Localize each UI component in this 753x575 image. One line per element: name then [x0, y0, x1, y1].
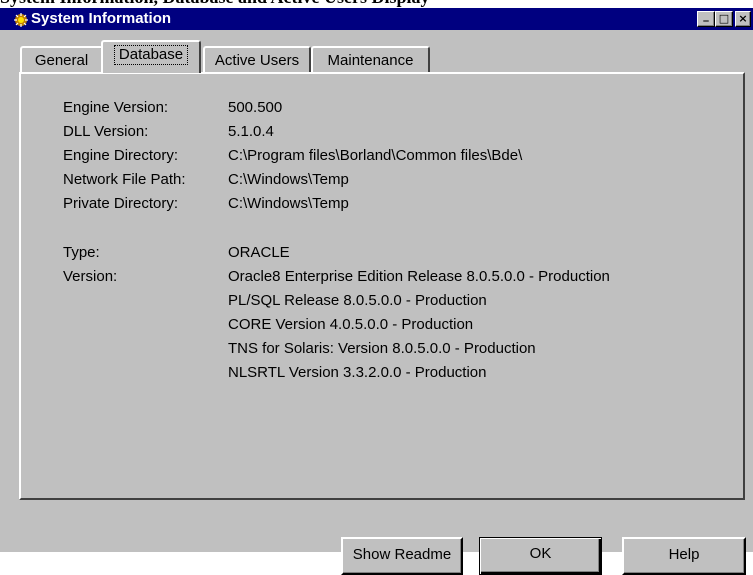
help-label: Help: [668, 546, 700, 563]
engine-directory-label: Engine Directory:: [63, 147, 179, 164]
type-label: Type:: [63, 244, 100, 261]
tab-database-label: Database: [113, 45, 189, 65]
version-line: TNS for Solaris: Version 8.0.5.0.0 - Pro…: [228, 340, 536, 357]
show-readme-label: Show Readme: [352, 546, 452, 563]
private-directory-value: C:\Windows\Temp: [228, 195, 349, 212]
close-button[interactable]: ×: [735, 11, 751, 27]
engine-directory-value: C:\Program files\Borland\Common files\Bd…: [228, 147, 523, 164]
tab-general-label: General: [34, 52, 89, 69]
tab-active-users-label: Active Users: [214, 52, 300, 69]
version-line: Oracle8 Enterprise Edition Release 8.0.5…: [228, 268, 610, 285]
engine-version-label: Engine Version:: [63, 99, 169, 116]
maximize-icon: □: [718, 12, 730, 25]
version-label: Version:: [63, 268, 118, 285]
database-panel: Engine Version: 500.500 DLL Version: 5.1…: [19, 72, 745, 500]
titlebar[interactable]: System Information _ □ ×: [0, 8, 753, 30]
tab-general[interactable]: General: [20, 46, 103, 73]
app-icon: [14, 13, 28, 27]
window-title: System Information: [31, 10, 172, 27]
version-line: CORE Version 4.0.5.0.0 - Production: [228, 316, 474, 333]
version-line: PL/SQL Release 8.0.5.0.0 - Production: [228, 292, 487, 309]
tab-maintenance-label: Maintenance: [327, 52, 414, 69]
engine-version-value: 500.500: [228, 99, 283, 116]
header-strip: System Information, Database and Active …: [0, 0, 753, 8]
type-value: ORACLE: [228, 244, 290, 261]
minimize-button[interactable]: _: [697, 9, 715, 27]
tab-active-users[interactable]: Active Users: [203, 46, 311, 73]
header-strip-text: System Information, Database and Active …: [0, 0, 430, 8]
tab-database[interactable]: Database: [101, 40, 201, 73]
tab-maintenance[interactable]: Maintenance: [311, 46, 430, 73]
dll-version-label: DLL Version:: [63, 123, 149, 140]
ok-button[interactable]: OK: [479, 537, 602, 575]
network-file-path-label: Network File Path:: [63, 171, 186, 188]
close-icon: ×: [738, 12, 748, 25]
maximize-button[interactable]: □: [715, 11, 733, 27]
dll-version-value: 5.1.0.4: [228, 123, 274, 140]
network-file-path-value: C:\Windows\Temp: [228, 171, 349, 188]
help-button[interactable]: Help: [622, 537, 746, 575]
minimize-icon: _: [703, 9, 709, 22]
private-directory-label: Private Directory:: [63, 195, 179, 212]
system-information-window: System Information _ □ × General Databas…: [0, 8, 753, 575]
show-readme-button[interactable]: Show Readme: [341, 537, 463, 575]
version-line: NLSRTL Version 3.3.2.0.0 - Production: [228, 364, 487, 381]
ok-label: OK: [529, 545, 552, 562]
